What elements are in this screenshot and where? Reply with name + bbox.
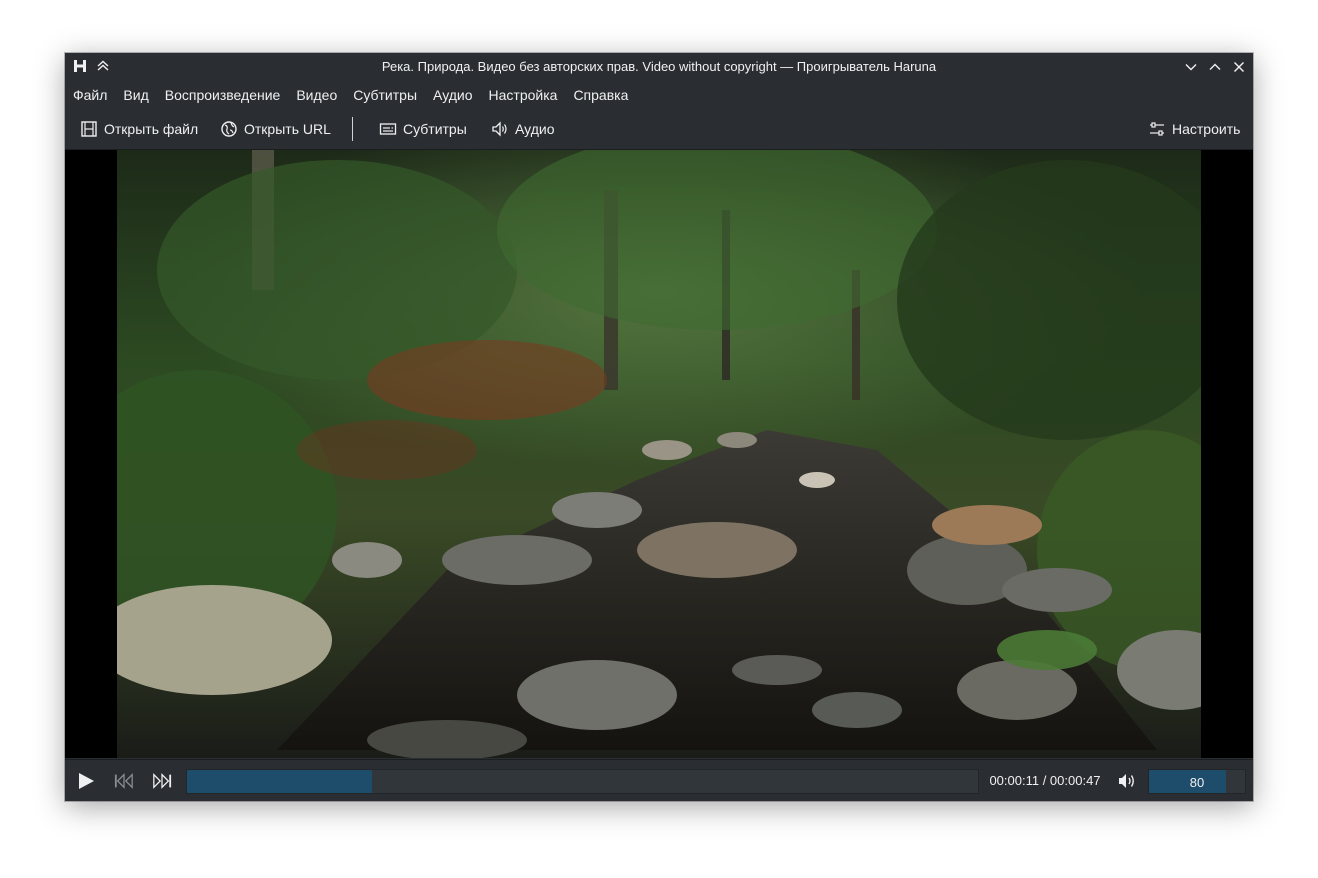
sliders-icon xyxy=(1150,122,1164,136)
open-url-button[interactable]: Открыть URL xyxy=(220,117,331,141)
chevron-down-icon[interactable] xyxy=(1184,60,1198,74)
audio-label: Аудио xyxy=(515,121,555,137)
seek-slider[interactable] xyxy=(186,769,979,794)
subtitles-button[interactable]: Субтитры xyxy=(379,117,467,141)
film-icon xyxy=(81,121,97,137)
configure-button[interactable]: Настроить xyxy=(1148,117,1240,141)
subtitles-icon xyxy=(379,123,397,135)
volume-icon[interactable] xyxy=(1117,771,1137,791)
open-file-label: Открыть файл xyxy=(104,121,199,137)
keep-above-icon[interactable] xyxy=(96,59,110,73)
video-frame[interactable] xyxy=(117,150,1201,758)
title-bar: Река. Природа. Видео без авторских прав.… xyxy=(65,53,1253,81)
menu-view[interactable]: Вид xyxy=(115,81,156,109)
time-display: 00:00:11 / 00:00:47 xyxy=(989,773,1101,788)
menu-bar: Файл Вид Воспроизведение Видео Субтитры … xyxy=(65,81,1253,109)
seek-progress-fill xyxy=(187,770,373,793)
menu-playback[interactable]: Воспроизведение xyxy=(157,81,289,109)
skip-forward-icon[interactable] xyxy=(152,771,172,791)
audio-button[interactable]: Аудио xyxy=(491,117,555,141)
menu-file[interactable]: Файл xyxy=(65,81,115,109)
menu-video[interactable]: Видео xyxy=(288,81,345,109)
globe-icon xyxy=(221,121,237,137)
window-title: Река. Природа. Видео без авторских прав.… xyxy=(381,59,937,74)
open-file-button[interactable]: Открыть файл xyxy=(80,117,198,141)
configure-label: Настроить xyxy=(1172,121,1241,137)
chevron-up-icon[interactable] xyxy=(1208,60,1222,74)
toolbar: Открыть файл Открыть URL Субтитры Аудио … xyxy=(65,109,1253,150)
open-url-label: Открыть URL xyxy=(244,121,331,137)
menu-audio[interactable]: Аудио xyxy=(425,81,481,109)
menu-help[interactable]: Справка xyxy=(565,81,636,109)
subtitles-label: Субтитры xyxy=(403,121,467,137)
menu-settings[interactable]: Настройка xyxy=(481,81,566,109)
menu-subtitles[interactable]: Субтитры xyxy=(345,81,425,109)
volume-slider[interactable]: 80 xyxy=(1148,769,1246,794)
haruna-logo-icon[interactable] xyxy=(73,59,87,73)
video-area[interactable] xyxy=(65,150,1253,758)
volume-value: 80 xyxy=(1189,775,1205,790)
player-window: Река. Природа. Видео без авторских прав.… xyxy=(65,53,1253,801)
skip-back-icon[interactable] xyxy=(114,771,134,791)
play-icon[interactable] xyxy=(76,771,96,791)
playback-controls: 00:00:11 / 00:00:47 80 xyxy=(65,759,1253,801)
close-icon[interactable] xyxy=(1232,60,1246,74)
toolbar-separator xyxy=(352,117,353,141)
video-picture xyxy=(117,150,1201,758)
speaker-icon xyxy=(492,121,507,137)
